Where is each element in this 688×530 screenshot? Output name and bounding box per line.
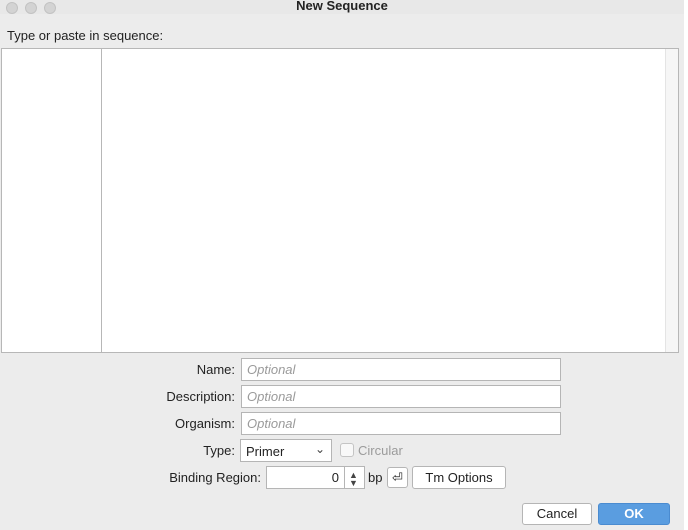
description-label: Description: xyxy=(166,389,235,404)
chevron-down-icon: ⌄ xyxy=(314,442,325,456)
type-label: Type: xyxy=(203,443,235,458)
circular-checkbox[interactable] xyxy=(340,443,354,457)
tm-options-button[interactable]: Tm Options xyxy=(412,466,506,489)
new-sequence-dialog: New Sequence Type or paste in sequence: … xyxy=(0,0,684,530)
sequence-editor[interactable] xyxy=(1,48,679,353)
name-label: Name: xyxy=(196,362,235,377)
window-title: New Sequence xyxy=(296,0,388,13)
circular-label: Circular xyxy=(358,443,403,458)
binding-region-label: Binding Region: xyxy=(169,470,261,485)
cancel-button[interactable]: Cancel xyxy=(522,503,592,525)
binding-region-stepper[interactable]: ▲ ▼ xyxy=(345,466,365,489)
organism-field[interactable] xyxy=(241,412,561,435)
description-field[interactable] xyxy=(241,385,561,408)
title-bar: New Sequence xyxy=(0,0,684,14)
type-select[interactable]: Primer ⌄ xyxy=(240,439,332,462)
line-number-gutter xyxy=(2,49,102,352)
type-select-value: Primer xyxy=(246,444,285,459)
name-field[interactable] xyxy=(241,358,561,381)
stepper-down-icon[interactable]: ▼ xyxy=(349,479,358,488)
binding-region-input[interactable]: 0 xyxy=(266,466,345,489)
sequence-prompt: Type or paste in sequence: xyxy=(7,28,164,43)
vertical-scrollbar[interactable] xyxy=(665,49,678,352)
sequence-text-area[interactable] xyxy=(102,49,666,352)
ok-button[interactable]: OK xyxy=(598,503,670,525)
bp-unit-label: bp xyxy=(368,470,383,485)
background-window-edge xyxy=(684,0,688,530)
return-icon[interactable]: ⏎ xyxy=(387,467,408,488)
organism-label: Organism: xyxy=(175,416,235,431)
